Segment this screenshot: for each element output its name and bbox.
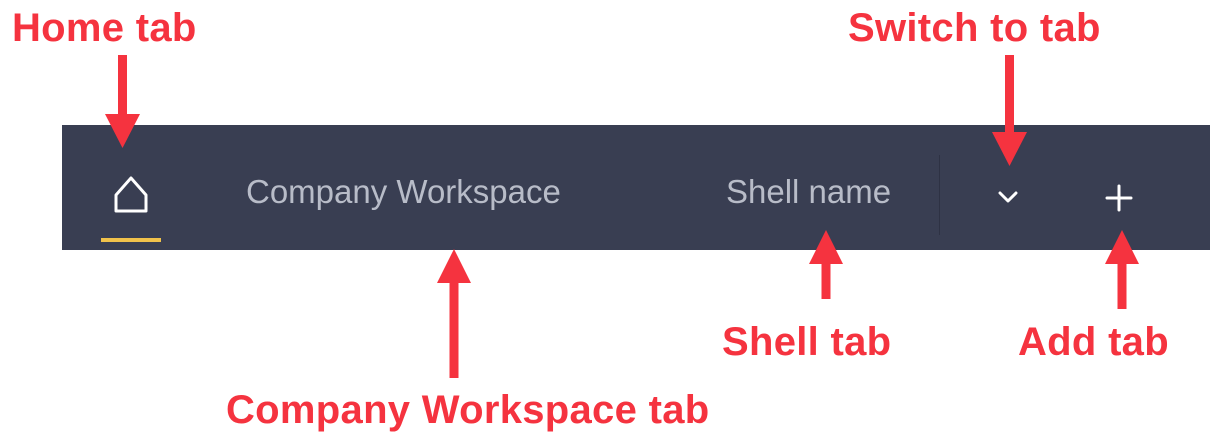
annotation-company-workspace-tab: Company Workspace tab — [226, 388, 710, 432]
annotation-shell-tab: Shell tab — [722, 320, 892, 364]
chevron-down-icon — [998, 191, 1018, 203]
annotation-home-tab: Home tab — [12, 6, 197, 50]
tab-company-workspace[interactable]: Company Workspace — [246, 175, 561, 208]
tab-divider — [939, 155, 940, 235]
annotation-add-tab: Add tab — [1018, 320, 1169, 364]
plus-icon — [1105, 184, 1133, 212]
active-tab-indicator — [101, 238, 161, 242]
home-tab[interactable] — [98, 163, 164, 247]
arrow-company-workspace-tab — [437, 249, 471, 378]
switch-to-tab-button[interactable] — [994, 183, 1022, 211]
tab-bar: Company Workspace Shell name — [62, 125, 1210, 250]
home-icon — [114, 176, 148, 213]
add-tab-button[interactable] — [1099, 178, 1139, 218]
annotation-switch-to-tab: Switch to tab — [848, 6, 1101, 50]
tab-shell-name[interactable]: Shell name — [726, 175, 891, 208]
